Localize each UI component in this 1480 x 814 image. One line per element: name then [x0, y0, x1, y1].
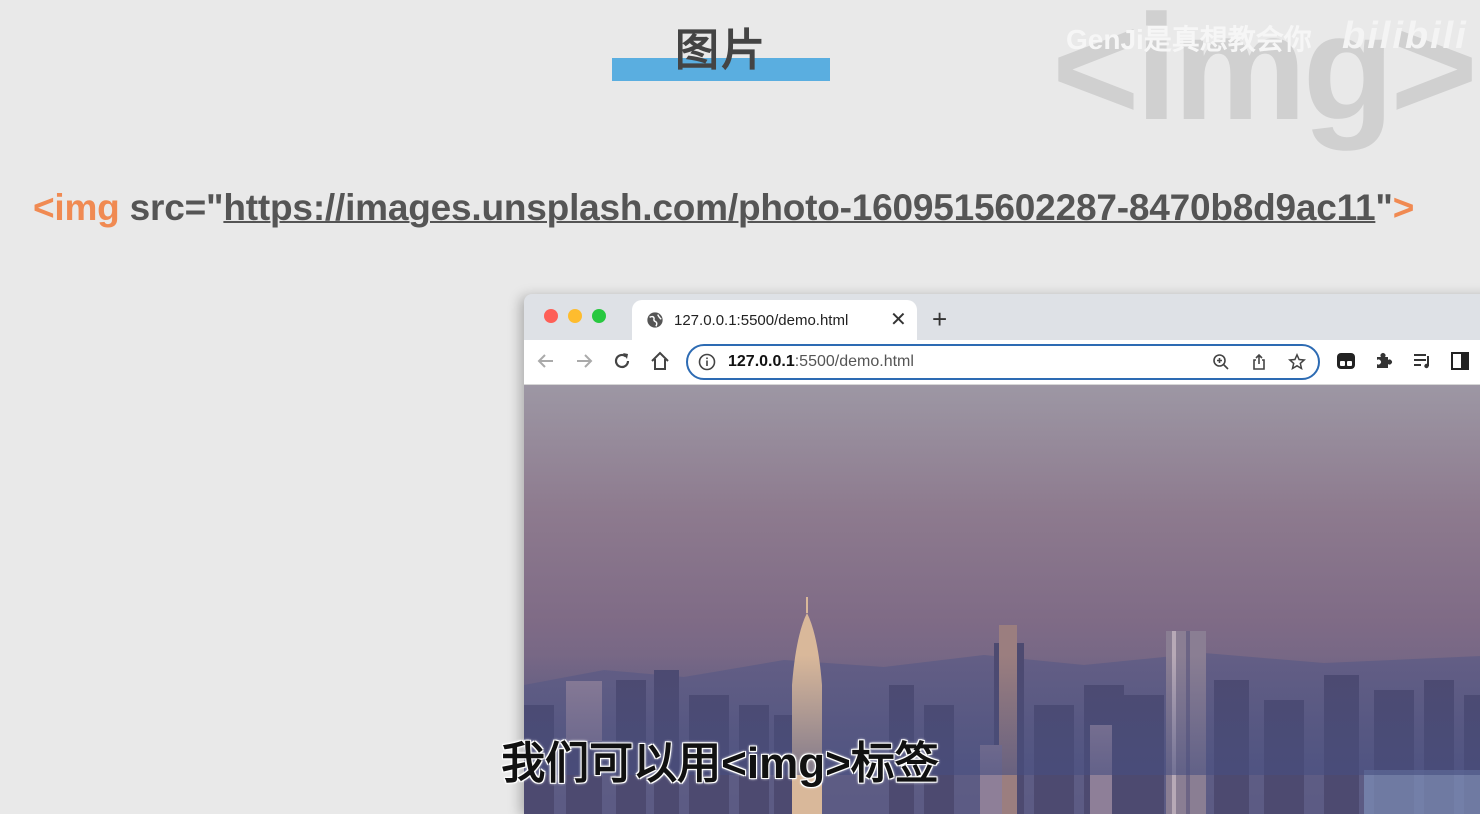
code-tag-close: >: [1392, 187, 1415, 228]
browser-tab[interactable]: 127.0.0.1:5500/demo.html ✕: [632, 300, 917, 342]
bookmark-star-icon[interactable]: [1288, 353, 1306, 371]
forward-arrow-icon[interactable]: [573, 350, 595, 372]
tab-title: 127.0.0.1:5500/demo.html: [674, 312, 849, 329]
share-icon[interactable]: [1250, 353, 1268, 371]
address-host: 127.0.0.1: [728, 353, 795, 370]
code-url: https://images.unsplash.com/photo-160951…: [223, 187, 1376, 228]
address-text[interactable]: 127.0.0.1:5500/demo.html: [728, 352, 914, 372]
globe-icon: [647, 312, 663, 328]
code-line: <img src="https://images.unsplash.com/ph…: [33, 186, 1414, 230]
code-attr: src=": [119, 187, 224, 228]
browser-toolbar: 127.0.0.1:5500/demo.html: [524, 340, 1480, 385]
address-path: :5500/demo.html: [794, 353, 914, 370]
new-tab-button[interactable]: +: [932, 304, 947, 334]
info-icon[interactable]: [698, 353, 716, 371]
video-subtitle: 我们可以用<img>标签: [501, 739, 939, 788]
reload-icon[interactable]: [611, 350, 633, 372]
slide-title: 图片: [675, 26, 767, 75]
code-attr-close: ": [1375, 187, 1393, 228]
zoom-icon[interactable]: [1212, 353, 1230, 371]
extension-app-icon[interactable]: [1335, 350, 1357, 372]
media-queue-icon[interactable]: [1411, 350, 1433, 372]
puzzle-extensions-icon[interactable]: [1373, 350, 1395, 372]
code-tag-open: <img: [33, 187, 120, 228]
maximize-window-button[interactable]: [592, 309, 606, 323]
bilibili-logo: bilibili: [1342, 15, 1468, 57]
close-tab-icon[interactable]: ✕: [890, 307, 907, 333]
close-window-button[interactable]: [544, 309, 558, 323]
back-arrow-icon[interactable]: [535, 350, 557, 372]
watermark-author: GenJi是真想教会你: [1066, 24, 1312, 55]
home-icon[interactable]: [649, 350, 671, 372]
minimize-window-button[interactable]: [568, 309, 582, 323]
side-panel-icon[interactable]: [1449, 350, 1471, 372]
address-bar[interactable]: 127.0.0.1:5500/demo.html: [686, 344, 1320, 380]
